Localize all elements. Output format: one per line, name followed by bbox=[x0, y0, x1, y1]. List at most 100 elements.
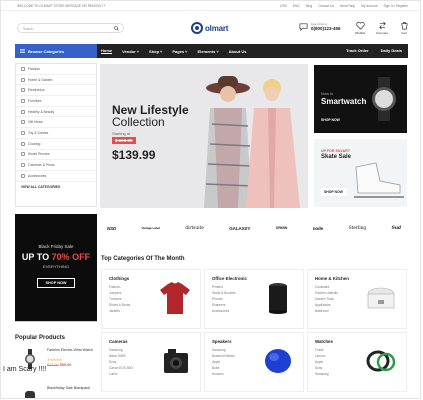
sidebar-item-label: Cooking bbox=[28, 141, 41, 146]
camera-image bbox=[164, 349, 188, 373]
account-link[interactable]: My Account bbox=[361, 4, 377, 8]
nav-shop-label: Shop bbox=[149, 48, 160, 54]
signin-link[interactable]: Sign In / Register bbox=[384, 4, 408, 8]
electronics-icon bbox=[21, 88, 25, 93]
blog-link[interactable]: Blog bbox=[306, 4, 312, 8]
hero-old-price: $ 150.00 bbox=[112, 137, 136, 144]
category-card-title: Cameras bbox=[109, 339, 128, 344]
view-all-categories-link[interactable]: VIEW ALL CATEGORIES bbox=[16, 182, 96, 193]
banner2-shop-now-button[interactable]: SHOP NOW bbox=[321, 188, 346, 196]
logo[interactable]: olmart bbox=[191, 22, 228, 34]
rice-cooker-image bbox=[367, 287, 395, 309]
speaker-cylinder-image bbox=[269, 283, 287, 314]
product-old-price: $12.00 bbox=[47, 363, 59, 367]
category-card-cameras[interactable]: Cameras Samsung Nikon D850 Sony Canon EO… bbox=[101, 332, 201, 392]
rating-stars: ★★★★★ bbox=[47, 358, 62, 362]
smartwatch-banner[interactable]: Now in Smartwatch SHOP NOW bbox=[314, 65, 407, 133]
compare-icon bbox=[378, 21, 386, 30]
black-friday-banner[interactable]: Black Friday Sale UP TO 70% OFF EVERYTHI… bbox=[15, 214, 97, 322]
category-card-clothings[interactable]: Clothings Fashion Jumpers Trousers Shoes… bbox=[101, 269, 201, 329]
live-chat[interactable]: Live Chat or : 0(800)123-456 bbox=[299, 22, 341, 31]
category-card-office-electronic[interactable]: Office Electronic Printers Stand & Bucke… bbox=[204, 269, 304, 329]
sidebar-item-toys[interactable]: Toy & Games bbox=[16, 128, 96, 139]
fashion-icon bbox=[21, 66, 25, 71]
search-placeholder: Search... bbox=[23, 27, 36, 31]
sidebar-item-furniture[interactable]: Furniture bbox=[16, 96, 96, 107]
daily-deals-link[interactable]: Daily Deals bbox=[381, 48, 402, 53]
category-card-home-kitchen[interactable]: Home & Kitchen Cookware Kitchen Utensils… bbox=[307, 269, 407, 329]
brand-logo[interactable]: ORIGIN bbox=[276, 226, 288, 230]
chevron-down-icon: ˅ bbox=[136, 48, 140, 54]
hero-models-image bbox=[204, 76, 300, 208]
brand-logo[interactable]: Sud bbox=[392, 226, 401, 231]
sidebar-item-electronics[interactable]: Electronics bbox=[16, 85, 96, 97]
nav-elements[interactable]: Elements ˅ bbox=[198, 48, 219, 54]
skate-sale-banner[interactable]: UP FOR SKI/ART Skate Sale SHOP NOW bbox=[314, 139, 407, 207]
category-sidebar: Fashion Home & Garden Electronics Furnit… bbox=[15, 63, 97, 207]
sidebar-item-label: Gift Ideas bbox=[28, 120, 43, 125]
menu-icon bbox=[20, 49, 25, 53]
cart-button[interactable]: Cart bbox=[396, 21, 412, 35]
promo-line2: UP TO 70% OFF bbox=[15, 252, 97, 262]
phone-number: 0(800)123-456 bbox=[311, 26, 341, 31]
nav-home[interactable]: Home bbox=[101, 48, 113, 54]
product-name[interactable]: Blackfriday Sale Blackpack bbox=[47, 386, 95, 391]
track-order-link[interactable]: Track Order bbox=[346, 48, 368, 53]
sidebar-item-label: Electronics bbox=[28, 88, 45, 93]
brand-logo[interactable]: dirtsuite bbox=[185, 226, 204, 231]
category-card-speakers[interactable]: Speakers Samsung Bluetooth Beam Apple Bo… bbox=[204, 332, 304, 392]
language-select[interactable]: ENG bbox=[293, 4, 300, 8]
furniture-icon bbox=[21, 98, 25, 103]
contact-link[interactable]: Contact Us bbox=[318, 4, 334, 8]
gift-icon bbox=[21, 120, 25, 125]
tshirt-image bbox=[160, 282, 190, 314]
hero-price: $139.99 bbox=[112, 148, 156, 162]
chat-icon bbox=[299, 23, 308, 31]
bluetooth-speaker-image bbox=[265, 349, 291, 373]
brand-logo[interactable]: Sterling bbox=[349, 226, 367, 231]
compare-button[interactable]: Compare bbox=[374, 21, 390, 35]
sidebar-item-fashion[interactable]: Fashion bbox=[16, 64, 96, 75]
nav-about[interactable]: About Us bbox=[229, 48, 247, 54]
nav-right-links: Track Order Daily Deals bbox=[346, 48, 402, 53]
hero-banner[interactable]: New Lifestyle Collection Starting at $ 15… bbox=[100, 64, 308, 208]
sidebar-item-label: Toy & Games bbox=[28, 130, 49, 135]
nav-menu: Home Vendor ˅ Shop ˅ Pages ˅ Elements ˅ Abou… bbox=[101, 48, 246, 54]
product-name[interactable]: Fashion Electric Wrist Watch bbox=[47, 348, 95, 353]
sidebar-item-smart-phones[interactable]: Smart Phones bbox=[16, 150, 96, 161]
browse-categories-button[interactable]: Browse Categories bbox=[15, 44, 97, 58]
sidebar-item-home-garden[interactable]: Home & Garden bbox=[16, 75, 96, 86]
hero-starting-label: Starting at bbox=[112, 131, 131, 136]
nav-pages[interactable]: Pages ˅ bbox=[172, 48, 187, 54]
brand-logo[interactable]: GALAXXY bbox=[229, 226, 250, 231]
nav-vendor[interactable]: Vendor ˅ bbox=[122, 48, 139, 54]
brand-logo[interactable]: node bbox=[313, 226, 323, 231]
header-icons: Wishlist Compare Cart bbox=[352, 21, 412, 35]
nav-shop[interactable]: Shop ˅ bbox=[149, 48, 162, 54]
brand-logo[interactable]: NSD bbox=[107, 226, 116, 231]
sidebar-item-gift-ideas[interactable]: Gift Ideas bbox=[16, 117, 96, 129]
category-card-title: Speakers bbox=[212, 339, 232, 344]
currency-select[interactable]: USD bbox=[280, 4, 287, 8]
sidebar-item-health-beauty[interactable]: Healthy & Beauty bbox=[16, 107, 96, 118]
promo-shop-now-button[interactable]: SHOP NOW bbox=[37, 278, 75, 288]
brand-logo[interactable]: Vintage Label bbox=[142, 226, 160, 230]
sidebar-item-cameras[interactable]: Cameras & Photo bbox=[16, 160, 96, 171]
wishlist-button[interactable]: Wishlist bbox=[352, 21, 368, 35]
banner1-shop-now-button[interactable]: SHOP NOW bbox=[321, 118, 340, 122]
search-icon[interactable] bbox=[114, 26, 119, 31]
top-links: USD ENG Blog Contact Us Need Help My Acc… bbox=[280, 4, 408, 8]
search-input[interactable]: Search... bbox=[17, 23, 124, 33]
phone-icon bbox=[21, 152, 25, 157]
help-link[interactable]: Need Help bbox=[340, 4, 355, 8]
promo-line2-prefix: UP TO bbox=[21, 252, 50, 262]
sidebar-item-cooking[interactable]: Cooking bbox=[16, 139, 96, 150]
heart-icon bbox=[355, 21, 365, 30]
chevron-down-icon: ˅ bbox=[216, 48, 219, 54]
cooking-icon bbox=[21, 141, 25, 146]
popular-product-item[interactable]: Blackfriday Sale Blackpack bbox=[15, 383, 97, 398]
home-icon bbox=[21, 77, 25, 82]
category-card-watches[interactable]: Watches Fossil Lenovo Apple Sony Samsung bbox=[307, 332, 407, 392]
sidebar-item-accessories[interactable]: Accessories bbox=[16, 171, 96, 182]
banner2-kicker: UP FOR SKI/ART bbox=[321, 149, 350, 153]
